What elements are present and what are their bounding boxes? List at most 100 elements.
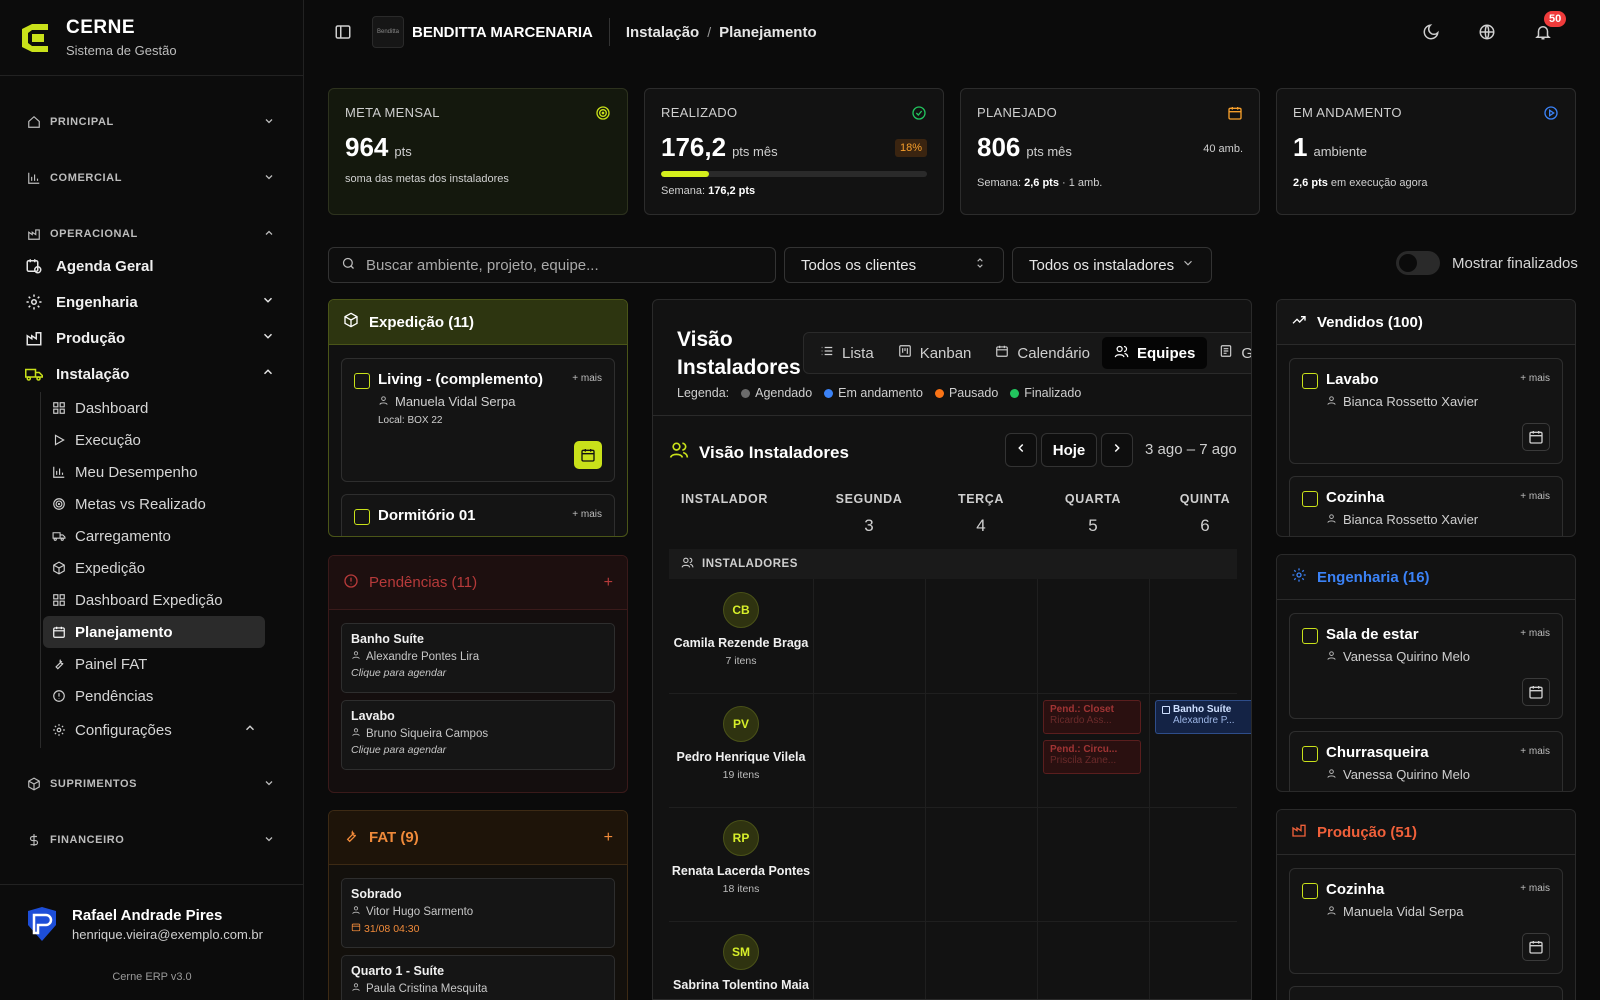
search-box[interactable] [328, 247, 776, 283]
breadcrumb-instalacao[interactable]: Instalação [626, 24, 699, 41]
sub-expedicao[interactable]: Expedição [43, 552, 265, 584]
instaladores-select[interactable]: Todos os instaladores [1012, 247, 1212, 283]
schedule-calendar-icon[interactable] [574, 441, 602, 469]
card-checkbox[interactable] [1302, 746, 1318, 762]
fat-card[interactable]: Quarto 1 - Suíte Paula Cristina Mesquita [341, 955, 615, 1000]
nav-instalacao[interactable]: Instalação [0, 356, 303, 392]
calendar-event[interactable]: Pend.: Circu... Priscila Zane... [1043, 740, 1141, 774]
nav-agenda-geral[interactable]: Agenda Geral [0, 248, 303, 284]
company-name[interactable]: BENDITTA MARCENARIA [412, 24, 593, 41]
installer-row[interactable]: CB Camila Rezende Braga 7 itens [669, 592, 813, 667]
card-more-link[interactable]: + mais [1520, 883, 1550, 894]
nav-engenharia[interactable]: Engenharia [0, 284, 303, 320]
section-principal[interactable]: PRINCIPAL [0, 94, 303, 150]
kanban-card[interactable] [1289, 986, 1563, 1000]
sub-configuracoes[interactable]: Configurações [43, 712, 265, 748]
schedule-calendar-icon[interactable] [1522, 933, 1550, 961]
installer-row[interactable]: SM Sabrina Tolentino Maia [669, 934, 813, 997]
mostrar-finalizados: Mostrar finalizados [1396, 251, 1578, 275]
tab-equipes[interactable]: Equipes [1101, 337, 1208, 369]
fat-card[interactable]: Sobrado Vitor Hugo Sarmento 31/08 04:30 [341, 878, 615, 948]
clientes-select[interactable]: Todos os clientes [784, 247, 1004, 283]
globe-icon[interactable] [1478, 23, 1496, 41]
kanban-card[interactable]: Cozinha + mais Manuela Vidal Serpa [1289, 868, 1563, 974]
sub-planejamento[interactable]: Planejamento [43, 616, 265, 648]
person-name: Alexandre Pontes Lira [366, 650, 480, 663]
grid-icon [51, 400, 67, 416]
sub-meu-desempenho[interactable]: Meu Desempenho [43, 456, 265, 488]
section-comercial[interactable]: COMERCIAL [0, 150, 303, 206]
pendencia-card[interactable]: Lavabo Bruno Siqueira Campos Clique para… [341, 700, 615, 770]
sub-execucao[interactable]: Execução [43, 424, 265, 456]
tab-kanban[interactable]: Kanban [886, 337, 984, 369]
sub-carregamento[interactable]: Carregamento [43, 520, 265, 552]
list-icon [820, 344, 834, 362]
user-icon [1326, 904, 1337, 919]
sub-pendencias[interactable]: Pendências [43, 680, 265, 712]
sub-painel-fat[interactable]: Painel FAT [43, 648, 265, 680]
card-checkbox[interactable] [1302, 883, 1318, 899]
gear-icon [1291, 567, 1307, 587]
column-header: Engenharia (16) [1277, 555, 1575, 600]
sub-label: Expedição [75, 559, 146, 577]
card-checkbox[interactable] [1302, 491, 1318, 507]
sub-metas[interactable]: Metas vs Realizado [43, 488, 265, 520]
group-instaladores[interactable]: INSTALADORES [669, 549, 1237, 579]
user-icon [1326, 767, 1337, 782]
installer-row[interactable]: PV Pedro Henrique Vilela 19 itens [669, 706, 813, 781]
calendar-event[interactable]: Pend.: Closet Ricardo Ass... [1043, 700, 1141, 734]
moon-icon[interactable] [1422, 23, 1440, 41]
installer-row[interactable]: RP Renata Lacerda Pontes 18 itens [669, 820, 813, 895]
card-more-link[interactable]: + mais [572, 373, 602, 384]
tab-calendario[interactable]: Calendário [983, 337, 1102, 369]
sub-dashboard[interactable]: Dashboard [43, 392, 265, 424]
kanban-card[interactable]: Lavabo + mais Bianca Rossetto Xavier [1289, 358, 1563, 464]
grid-line [669, 693, 1237, 694]
card-checkbox[interactable] [354, 373, 370, 389]
pendencia-card[interactable]: Banho Suíte Alexandre Pontes Lira Clique… [341, 623, 615, 693]
kpi-unit: pts mês [732, 144, 778, 159]
card-more-link[interactable]: + mais [1520, 746, 1550, 757]
kanban-card[interactable]: Dormitório 01 + mais [341, 494, 615, 536]
user-email: henrique.vieira@exemplo.com.br [72, 927, 263, 942]
card-checkbox[interactable] [1302, 373, 1318, 389]
user-panel[interactable]: Rafael Andrade Pires henrique.vieira@exe… [0, 884, 304, 1000]
finalizados-switch[interactable] [1396, 251, 1440, 275]
kanban-card[interactable]: Living - (complemento) + mais Manuela Vi… [341, 358, 615, 482]
card-checkbox[interactable] [354, 509, 370, 525]
event-checkbox[interactable] [1162, 705, 1170, 714]
kanban-card[interactable]: Churrasqueira + mais Vanessa Quirino Mel… [1289, 731, 1563, 791]
calendar-event[interactable]: Banho Suíte Alexandre P... [1155, 700, 1251, 734]
nav-producao[interactable]: Produção [0, 320, 303, 356]
bell-icon[interactable]: 50 [1534, 11, 1567, 41]
today-button[interactable]: Hoje [1041, 433, 1097, 467]
brand[interactable]: CERNE Sistema de Gestão [0, 0, 303, 76]
sidebar-toggle-icon[interactable] [334, 23, 352, 41]
target-icon [595, 105, 611, 121]
gear-icon [51, 722, 67, 738]
card-more-link[interactable]: + mais [572, 509, 602, 520]
next-week-button[interactable] [1101, 433, 1133, 467]
section-suprimentos[interactable]: SUPRIMENTOS [0, 756, 303, 812]
kanban-card[interactable]: Cozinha + mais Bianca Rossetto Xavier [1289, 476, 1563, 536]
section-label: FINANCEIRO [50, 834, 125, 846]
card-title: Sobrado [351, 887, 402, 901]
card-more-link[interactable]: + mais [1520, 628, 1550, 639]
grid-line [925, 579, 926, 999]
prev-week-button[interactable] [1005, 433, 1037, 467]
chevron-down-icon [261, 293, 275, 311]
add-fat-button[interactable]: + [604, 829, 613, 847]
kanban-card[interactable]: Sala de estar + mais Vanessa Quirino Mel… [1289, 613, 1563, 719]
card-more-link[interactable]: + mais [1520, 373, 1550, 384]
schedule-calendar-icon[interactable] [1522, 423, 1550, 451]
section-financeiro[interactable]: FINANCEIRO [0, 812, 303, 868]
add-pendencia-button[interactable]: + [604, 574, 613, 592]
tab-lista[interactable]: Lista [808, 337, 886, 369]
card-checkbox[interactable] [1302, 628, 1318, 644]
tab-ga[interactable]: Ga [1207, 337, 1251, 369]
person-name: Vanessa Quirino Melo [1343, 767, 1470, 782]
schedule-calendar-icon[interactable] [1522, 678, 1550, 706]
search-input[interactable] [366, 256, 746, 274]
card-more-link[interactable]: + mais [1520, 491, 1550, 502]
sub-dashboard-expedicao[interactable]: Dashboard Expedição [43, 584, 265, 616]
